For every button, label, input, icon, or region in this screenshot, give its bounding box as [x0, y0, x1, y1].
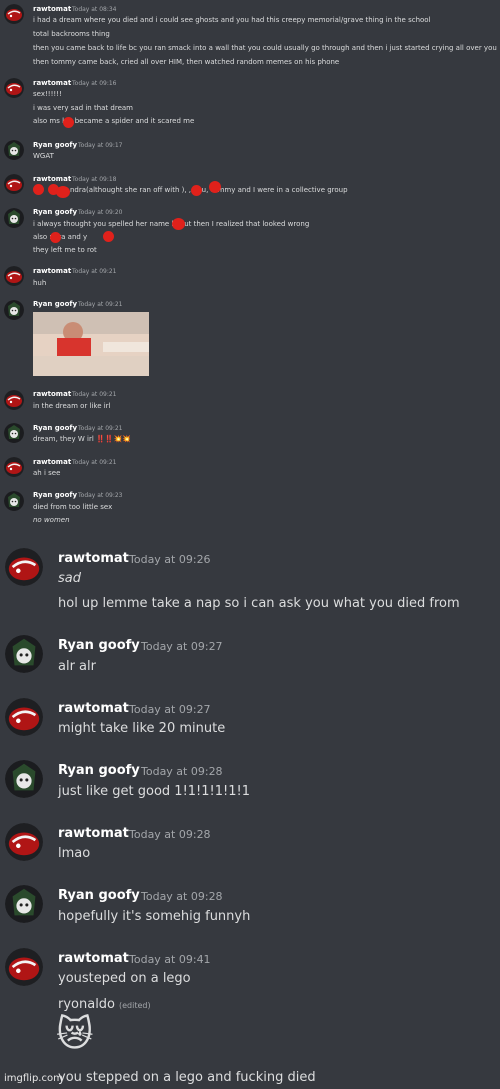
timestamp: Today at 09:27: [141, 640, 223, 653]
timestamp: Today at 09:28: [129, 828, 211, 841]
redaction-mark: [63, 117, 74, 128]
avatar[interactable]: [4, 423, 24, 443]
message-text: you stepped on a lego and fucking died: [58, 1070, 316, 1085]
timestamp: Today at 09:23: [78, 492, 123, 499]
timestamp: Today at 09:18: [72, 176, 117, 183]
avatar[interactable]: [5, 885, 43, 923]
message-text: alr alr: [58, 659, 96, 674]
message-text: lmao: [58, 846, 91, 861]
message-text: total backrooms thing: [33, 30, 110, 38]
message-text: might take like 20 minute: [58, 721, 226, 736]
message-text: dream, they W irl ‼️‼️💥💥: [33, 435, 131, 443]
timestamp: Today at 09:21: [72, 391, 117, 398]
avatar[interactable]: [4, 78, 24, 98]
edited-message-text: ryonaldo: [58, 997, 116, 1012]
message-text: i was very sad in that dream: [33, 104, 133, 112]
redaction-mark: [103, 231, 114, 242]
timestamp: Today at 09:20: [78, 209, 123, 216]
avatar[interactable]: [5, 698, 43, 736]
timestamp: Today at 09:26: [129, 553, 211, 566]
avatar[interactable]: [5, 760, 43, 798]
image-attachment[interactable]: [33, 312, 149, 376]
redaction-mark: [172, 218, 185, 230]
username[interactable]: rawtomat: [58, 701, 129, 716]
username[interactable]: Ryan goofy: [33, 491, 77, 499]
message-text: just like get good 1!1!1!1!1!1: [58, 784, 250, 799]
username[interactable]: rawtomat: [33, 175, 71, 183]
avatar[interactable]: [5, 823, 43, 861]
message-text: then you came back to life bc you ran sm…: [33, 44, 497, 52]
avatar[interactable]: [4, 300, 24, 320]
message-text: hol up lemme take a nap so i can ask you…: [58, 596, 460, 611]
message-text: no women: [33, 516, 70, 524]
username[interactable]: rawtomat: [33, 5, 71, 13]
timestamp: Today at 08:34: [72, 6, 117, 13]
message-text: then tommy came back, cried all over HIM…: [33, 58, 340, 66]
timestamp: Today at 09:27: [129, 703, 211, 716]
timestamp: Today at 09:28: [141, 890, 223, 903]
username[interactable]: rawtomat: [58, 826, 129, 841]
username[interactable]: rawtomat: [33, 79, 71, 87]
username[interactable]: rawtomat: [33, 458, 71, 466]
redaction-mark: [33, 184, 44, 195]
timestamp: Today at 09:16: [72, 80, 117, 87]
username[interactable]: Ryan goofy: [58, 763, 140, 778]
timestamp: Today at 09:17: [78, 142, 123, 149]
username[interactable]: Ryan goofy: [33, 208, 77, 216]
avatar[interactable]: [4, 491, 24, 511]
redaction-mark: [209, 181, 221, 193]
avatar[interactable]: [4, 140, 24, 160]
watermark: imgflip.com: [4, 1073, 63, 1084]
username[interactable]: rawtomat: [58, 951, 129, 966]
message-text: hopefully it's somehig funnyh: [58, 909, 251, 924]
username[interactable]: rawtomat: [33, 267, 71, 275]
timestamp: Today at 09:21: [78, 425, 123, 432]
username[interactable]: Ryan goofy: [58, 638, 140, 653]
avatar[interactable]: [4, 174, 24, 194]
message-text: sad: [58, 571, 81, 586]
message-text: huh: [33, 279, 47, 287]
timestamp: Today at 09:28: [141, 765, 223, 778]
message-text: they left me to rot: [33, 246, 97, 254]
username[interactable]: Ryan goofy: [33, 141, 77, 149]
username[interactable]: Ryan goofy: [58, 888, 140, 903]
message-text: ah i see: [33, 469, 61, 477]
username[interactable]: rawtomat: [58, 551, 129, 566]
redaction-mark: [56, 186, 70, 198]
username[interactable]: rawtomat: [33, 390, 71, 398]
avatar[interactable]: [5, 948, 43, 986]
avatar[interactable]: [4, 208, 24, 228]
username[interactable]: Ryan goofy: [33, 424, 77, 432]
message-text: WGAT: [33, 152, 54, 160]
timestamp: Today at 09:41: [129, 953, 211, 966]
message-text: yousteped on a lego: [58, 971, 191, 986]
avatar[interactable]: [5, 548, 43, 586]
avatar[interactable]: [4, 390, 24, 410]
timestamp: Today at 09:21: [72, 459, 117, 466]
message-text: also ms ley became a spider and it scare…: [33, 117, 195, 125]
avatar[interactable]: [4, 457, 24, 477]
message-text: i had a dream where you died and i could…: [33, 16, 431, 24]
redaction-mark: [50, 232, 61, 243]
message-text: died from too little sex: [33, 503, 113, 511]
timestamp: Today at 09:21: [78, 301, 123, 308]
edited-label: (edited): [119, 1001, 151, 1010]
avatar[interactable]: [5, 635, 43, 673]
timestamp: Today at 09:21: [72, 268, 117, 275]
message-text: in the dream or like irl: [33, 402, 111, 410]
redaction-mark: [191, 185, 202, 196]
message-text: sex!!!!!!: [33, 90, 62, 98]
avatar[interactable]: [4, 4, 24, 24]
crying-cat-emoji: 😿: [56, 1014, 94, 1055]
message-text: ryonaldo (edited): [58, 997, 151, 1012]
username[interactable]: Ryan goofy: [33, 300, 77, 308]
avatar[interactable]: [4, 266, 24, 286]
